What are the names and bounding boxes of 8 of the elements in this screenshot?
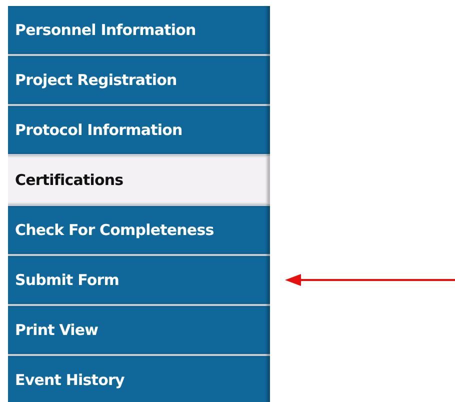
menu-item[interactable]: Project Registration — [8, 56, 270, 104]
menu-item[interactable]: Event History — [8, 356, 270, 402]
menu-item[interactable]: Certifications — [8, 156, 270, 204]
menu-item[interactable]: Submit Form — [8, 256, 270, 304]
menu-item[interactable]: Check For Completeness — [8, 206, 270, 254]
menu-item[interactable]: Protocol Information — [8, 106, 270, 154]
menu-item[interactable]: Print View — [8, 306, 270, 354]
menu-item[interactable]: Personnel Information — [8, 6, 270, 54]
